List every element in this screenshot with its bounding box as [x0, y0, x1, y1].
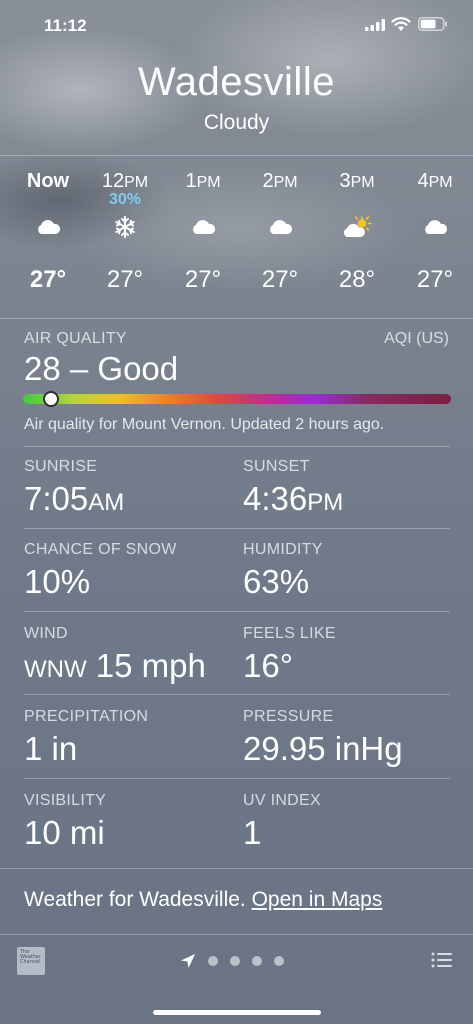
hour-temp: 27° — [106, 266, 144, 293]
page-dot[interactable] — [274, 956, 284, 966]
humidity-cell: HUMIDITY 63% — [243, 541, 323, 601]
hour-2pm: 2PM 27° — [240, 166, 320, 294]
hour-1pm: 1PM 27° — [163, 166, 243, 294]
location-header: Wadesville Cloudy — [0, 60, 473, 135]
hour-temp: 27° — [184, 266, 222, 293]
cloud-icon — [395, 212, 473, 242]
hour-label: 1PM — [185, 170, 221, 192]
chance-of-snow-cell: CHANCE OF SNOW 10% — [24, 541, 177, 601]
uv-index-label: UV INDEX — [243, 792, 321, 809]
wind-label: WIND — [24, 625, 68, 642]
hour-label: Now — [26, 170, 70, 192]
weather-channel-logo[interactable]: The Weather Channel — [17, 947, 45, 975]
divider — [24, 694, 450, 695]
city-name: Wadesville — [138, 60, 335, 104]
open-in-maps-link[interactable]: Open in Maps — [252, 888, 383, 911]
pressure-value: 29.95 inHg — [243, 730, 403, 767]
divider — [0, 155, 473, 156]
hour-temp: 27° — [261, 266, 299, 293]
divider — [24, 611, 450, 612]
humidity-label: HUMIDITY — [243, 541, 323, 558]
wind-cell: WIND WNW 15 mph — [24, 625, 206, 685]
battery-icon — [418, 17, 447, 31]
divider — [24, 446, 450, 447]
sunset-cell: SUNSET 4:36PM — [243, 458, 343, 518]
status-time: 11:12 — [44, 16, 87, 35]
hourly-forecast[interactable]: Now 27° 12PM 30% 27° 1PM 27° 2PM 27° 3PM… — [0, 166, 473, 316]
sunset-label: SUNSET — [243, 458, 310, 475]
sunrise-label: SUNRISE — [24, 458, 98, 475]
divider — [0, 318, 473, 319]
page-indicator[interactable] — [180, 953, 284, 969]
hour-label: 4PM — [417, 170, 453, 192]
pressure-cell: PRESSURE 29.95 inHg — [243, 708, 403, 768]
air-quality-value[interactable]: 28 – Good — [24, 350, 178, 388]
uv-index-value: 1 — [243, 814, 262, 851]
air-quality-unit: AQI (US) — [384, 330, 449, 347]
page-dot[interactable] — [230, 956, 240, 966]
feels-like-label: FEELS LIKE — [243, 625, 336, 642]
precipitation-value: 1 in — [24, 730, 78, 767]
hour-label: 3PM — [339, 170, 375, 192]
status-bar: 11:12 — [0, 0, 473, 50]
uv-index-cell: UV INDEX 1 — [243, 792, 321, 852]
precip-chance: 30% — [108, 191, 142, 208]
footer-text: Weather for Wadesville. — [24, 888, 252, 911]
visibility-label: VISIBILITY — [24, 792, 107, 809]
pressure-label: PRESSURE — [243, 708, 334, 725]
chance-of-snow-value: 10% — [24, 563, 91, 600]
hour-now: Now 27° — [8, 166, 88, 294]
current-condition: Cloudy — [203, 111, 270, 134]
air-quality-note: Air quality for Mount Vernon. Updated 2 … — [24, 416, 385, 433]
precipitation-label: PRECIPITATION — [24, 708, 149, 725]
location-arrow-icon[interactable] — [180, 953, 196, 969]
humidity-value: 63% — [243, 563, 310, 600]
hour-temp: 28° — [338, 266, 376, 293]
sunset-value: 4:36PM — [243, 480, 344, 517]
page-dot[interactable] — [208, 956, 218, 966]
hour-3pm: 3PM 28° — [317, 166, 397, 294]
cloud-icon — [8, 212, 88, 242]
precipitation-cell: PRECIPITATION 1 in — [24, 708, 148, 768]
hour-4pm: 4PM 27° — [395, 166, 473, 294]
aqi-scale-bar — [23, 394, 451, 404]
signal-icon — [365, 19, 385, 31]
divider — [24, 528, 450, 529]
wifi-icon — [391, 17, 411, 31]
aqi-indicator — [43, 391, 59, 407]
cloud-icon — [163, 212, 243, 242]
visibility-value: 10 mi — [24, 814, 105, 851]
feels-like-cell: FEELS LIKE 16° — [243, 625, 336, 685]
weather-footer: Weather for Wadesville. Open in Maps — [24, 888, 382, 912]
visibility-cell: VISIBILITY 10 mi — [24, 792, 106, 852]
home-indicator[interactable] — [153, 1010, 321, 1015]
partly-sunny-icon — [317, 212, 397, 242]
page-dot[interactable] — [252, 956, 262, 966]
hour-label: 2PM — [262, 170, 298, 192]
hour-12pm: 12PM 30% 27° — [85, 166, 165, 294]
divider — [24, 778, 450, 779]
wind-value: WNW 15 mph — [24, 647, 206, 684]
air-quality-title: AIR QUALITY — [24, 330, 127, 347]
feels-like-value: 16° — [243, 647, 293, 684]
sunrise-value: 7:05AM — [24, 480, 125, 517]
snowflake-icon — [85, 212, 165, 242]
divider — [0, 868, 473, 869]
hour-temp: 27° — [29, 266, 67, 293]
list-icon[interactable] — [431, 951, 453, 969]
hour-temp: 27° — [416, 266, 454, 293]
sunrise-cell: SUNRISE 7:05AM — [24, 458, 124, 518]
cloud-icon — [240, 212, 320, 242]
chance-of-snow-label: CHANCE OF SNOW — [24, 541, 177, 558]
